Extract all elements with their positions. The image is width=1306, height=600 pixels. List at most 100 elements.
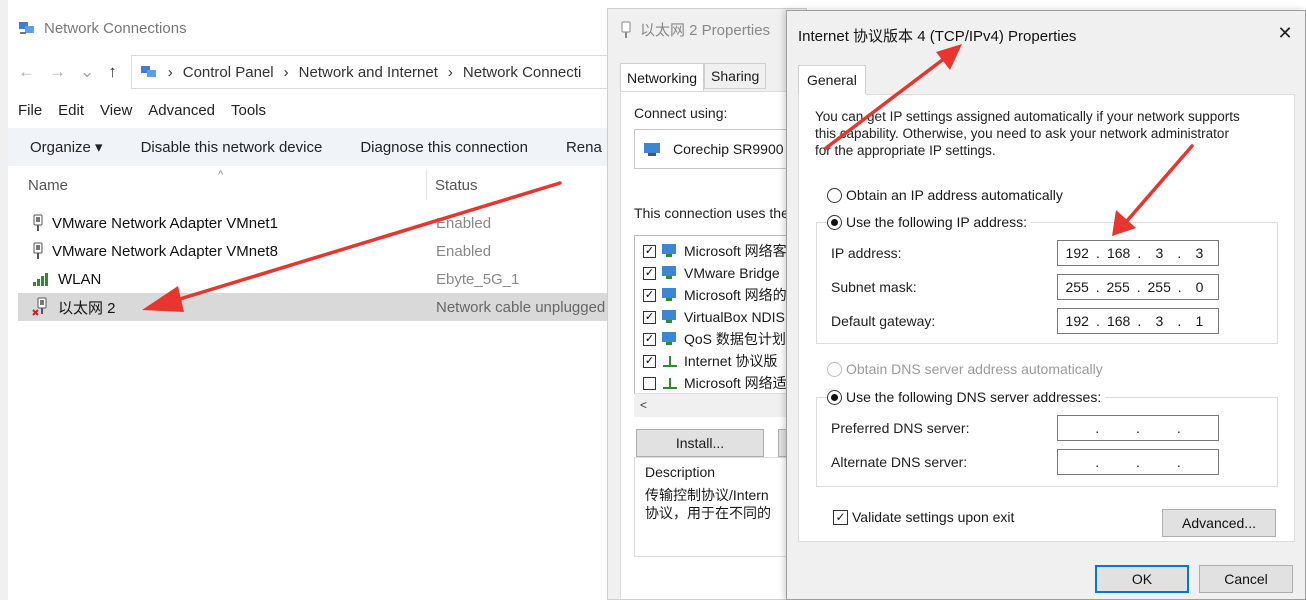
obtain-ip-auto-option[interactable]: Obtain an IP address automatically	[827, 187, 1063, 203]
advanced-button[interactable]: Advanced...	[1162, 509, 1276, 537]
network-adapter-icon	[33, 214, 43, 231]
description-line: 协议，用于在不同的	[645, 505, 771, 521]
close-icon[interactable]: ✕	[1273, 21, 1297, 45]
checkbox[interactable]	[643, 288, 656, 302]
window-title: Network Connections	[44, 19, 187, 37]
connection-status: Ebyte_5G_1	[436, 270, 520, 288]
intro-line: for the appropriate IP settings.	[815, 143, 996, 158]
component-label: Microsoft 网络的	[684, 287, 787, 303]
description-line: 传输控制协议/Intern	[645, 487, 769, 503]
checkbox[interactable]	[643, 310, 656, 324]
radio-button-selected[interactable]	[827, 214, 842, 230]
scroll-left-icon[interactable]: <	[640, 398, 647, 412]
component-label: Microsoft 网络适	[684, 375, 787, 391]
up-arrow-icon[interactable]: ↑	[108, 62, 117, 82]
component-label: VirtualBox NDIS	[684, 309, 785, 325]
option-label: Obtain DNS server address automatically	[846, 361, 1103, 377]
list-item[interactable]: Internet 协议版	[635, 350, 806, 372]
obtain-dns-auto-option[interactable]: Obtain DNS server address automatically	[827, 361, 1103, 377]
connection-name: VMware Network Adapter VMnet1	[52, 214, 278, 232]
rename-button[interactable]: Rena	[566, 139, 602, 156]
ipv4-properties-dialog: Internet 协议版本 4 (TCP/IPv4) Properties ✕ …	[786, 10, 1306, 600]
checkbox[interactable]	[643, 376, 656, 390]
window-title-bar: Network Connections	[18, 14, 187, 42]
preferred-dns-field[interactable]: ...	[1057, 415, 1219, 441]
network-connections-window: Network Connections ← → ⌄ ↑ › Control Pa…	[0, 0, 648, 600]
checkbox[interactable]	[643, 266, 656, 280]
horizontal-scrollbar[interactable]: <	[634, 393, 806, 417]
checkbox-checked[interactable]	[833, 509, 848, 525]
address-bar-row: ← → ⌄ ↑ › Control Panel › Network and In…	[18, 54, 658, 90]
description-group: Description 传输控制协议/Intern 协议，用于在不同的	[634, 457, 806, 557]
description-label: Description	[643, 464, 718, 480]
forward-arrow-icon[interactable]: →	[49, 62, 66, 82]
default-gateway-label: Default gateway:	[831, 313, 936, 329]
breadcrumb-network-connections[interactable]: Network Connecti	[463, 64, 581, 81]
menu-file[interactable]: File	[18, 102, 42, 119]
menu-edit[interactable]: Edit	[58, 102, 84, 119]
radio-button[interactable]	[827, 187, 842, 203]
address-bar[interactable]: › Control Panel › Network and Internet ›…	[130, 55, 611, 89]
install-button[interactable]: Install...	[636, 429, 764, 457]
ok-button[interactable]: OK	[1095, 565, 1189, 593]
checkbox[interactable]	[643, 354, 656, 368]
default-gateway-field[interactable]: 192. 168. 3. 1	[1057, 308, 1219, 334]
list-item[interactable]: Microsoft 网络的	[635, 284, 806, 306]
list-item[interactable]: Microsoft 网络适	[635, 372, 806, 394]
network-component-icon	[662, 332, 676, 345]
adapter-field: Corechip SR9900	[634, 129, 806, 169]
use-static-dns-option[interactable]: Use the following DNS server addresses:	[827, 389, 1106, 405]
breadcrumb-control-panel[interactable]: Control Panel	[183, 64, 274, 81]
list-item[interactable]: VirtualBox NDIS	[635, 306, 806, 328]
breadcrumb-network-internet[interactable]: Network and Internet	[299, 64, 438, 81]
menu-view[interactable]: View	[100, 102, 132, 119]
option-label: Use the following DNS server addresses:	[846, 389, 1102, 405]
network-connections-icon	[19, 22, 34, 34]
network-component-icon	[662, 244, 676, 257]
column-name[interactable]: ^ Name	[18, 169, 426, 194]
adapter-name: Corechip SR9900	[673, 141, 784, 157]
network-card-icon	[644, 143, 660, 156]
cancel-button[interactable]: Cancel	[1199, 565, 1293, 593]
list-item[interactable]: VMware Network Adapter VMnet1 Enabled	[18, 209, 648, 237]
list-item[interactable]: Microsoft 网络客	[635, 240, 806, 262]
validate-settings-option[interactable]: Validate settings upon exit	[833, 509, 1014, 525]
organize-button[interactable]: Organize ▾	[30, 138, 103, 156]
network-connections-icon	[140, 66, 156, 77]
subnet-mask-field[interactable]: 255. 255. 255. 0	[1057, 274, 1219, 300]
ip-address-field[interactable]: 192. 168. 3. 3	[1057, 240, 1219, 266]
tab-general[interactable]: General	[798, 65, 866, 95]
dialog-title: Internet 协议版本 4 (TCP/IPv4) Properties	[798, 28, 1077, 45]
list-item[interactable]: VMware Bridge	[635, 262, 806, 284]
column-status[interactable]: Status	[427, 177, 478, 194]
menu-tools[interactable]: Tools	[231, 102, 266, 119]
list-item[interactable]: WLAN Ebyte_5G_1	[18, 265, 648, 293]
component-label: Internet 协议版	[684, 353, 778, 369]
disable-device-button[interactable]: Disable this network device	[141, 139, 323, 156]
checkbox[interactable]	[643, 332, 656, 346]
tab-networking[interactable]: Networking	[620, 63, 705, 92]
network-adapter-icon	[33, 242, 43, 259]
list-item-selected[interactable]: 以太网 2 Network cable unplugged	[18, 293, 648, 321]
intro-line: You can get IP settings assigned automat…	[815, 109, 1240, 124]
list-item[interactable]: VMware Network Adapter VMnet8 Enabled	[18, 237, 648, 265]
radio-button-disabled[interactable]	[827, 361, 842, 377]
alternate-dns-field[interactable]: ...	[1057, 449, 1219, 475]
list-item[interactable]: QoS 数据包计划	[635, 328, 806, 350]
component-label: Microsoft 网络客	[684, 243, 787, 259]
connect-using-label: Connect using:	[634, 105, 728, 121]
intro-line: this capability. Otherwise, you need to …	[815, 126, 1229, 141]
protocol-icon	[663, 378, 677, 389]
radio-button-selected[interactable]	[827, 389, 842, 405]
checkbox[interactable]	[643, 244, 656, 258]
back-arrow-icon[interactable]: ←	[18, 62, 35, 82]
recent-locations-icon[interactable]: ⌄	[80, 62, 94, 82]
tab-sharing[interactable]: Sharing	[704, 63, 767, 89]
menu-advanced[interactable]: Advanced	[148, 102, 215, 119]
chevron-right-icon: ›	[167, 63, 173, 81]
component-label: VMware Bridge	[684, 265, 780, 281]
option-label: Obtain an IP address automatically	[846, 187, 1063, 203]
diagnose-button[interactable]: Diagnose this connection	[360, 139, 528, 156]
wifi-signal-icon	[33, 273, 48, 286]
use-static-ip-option[interactable]: Use the following IP address:	[827, 214, 1032, 230]
